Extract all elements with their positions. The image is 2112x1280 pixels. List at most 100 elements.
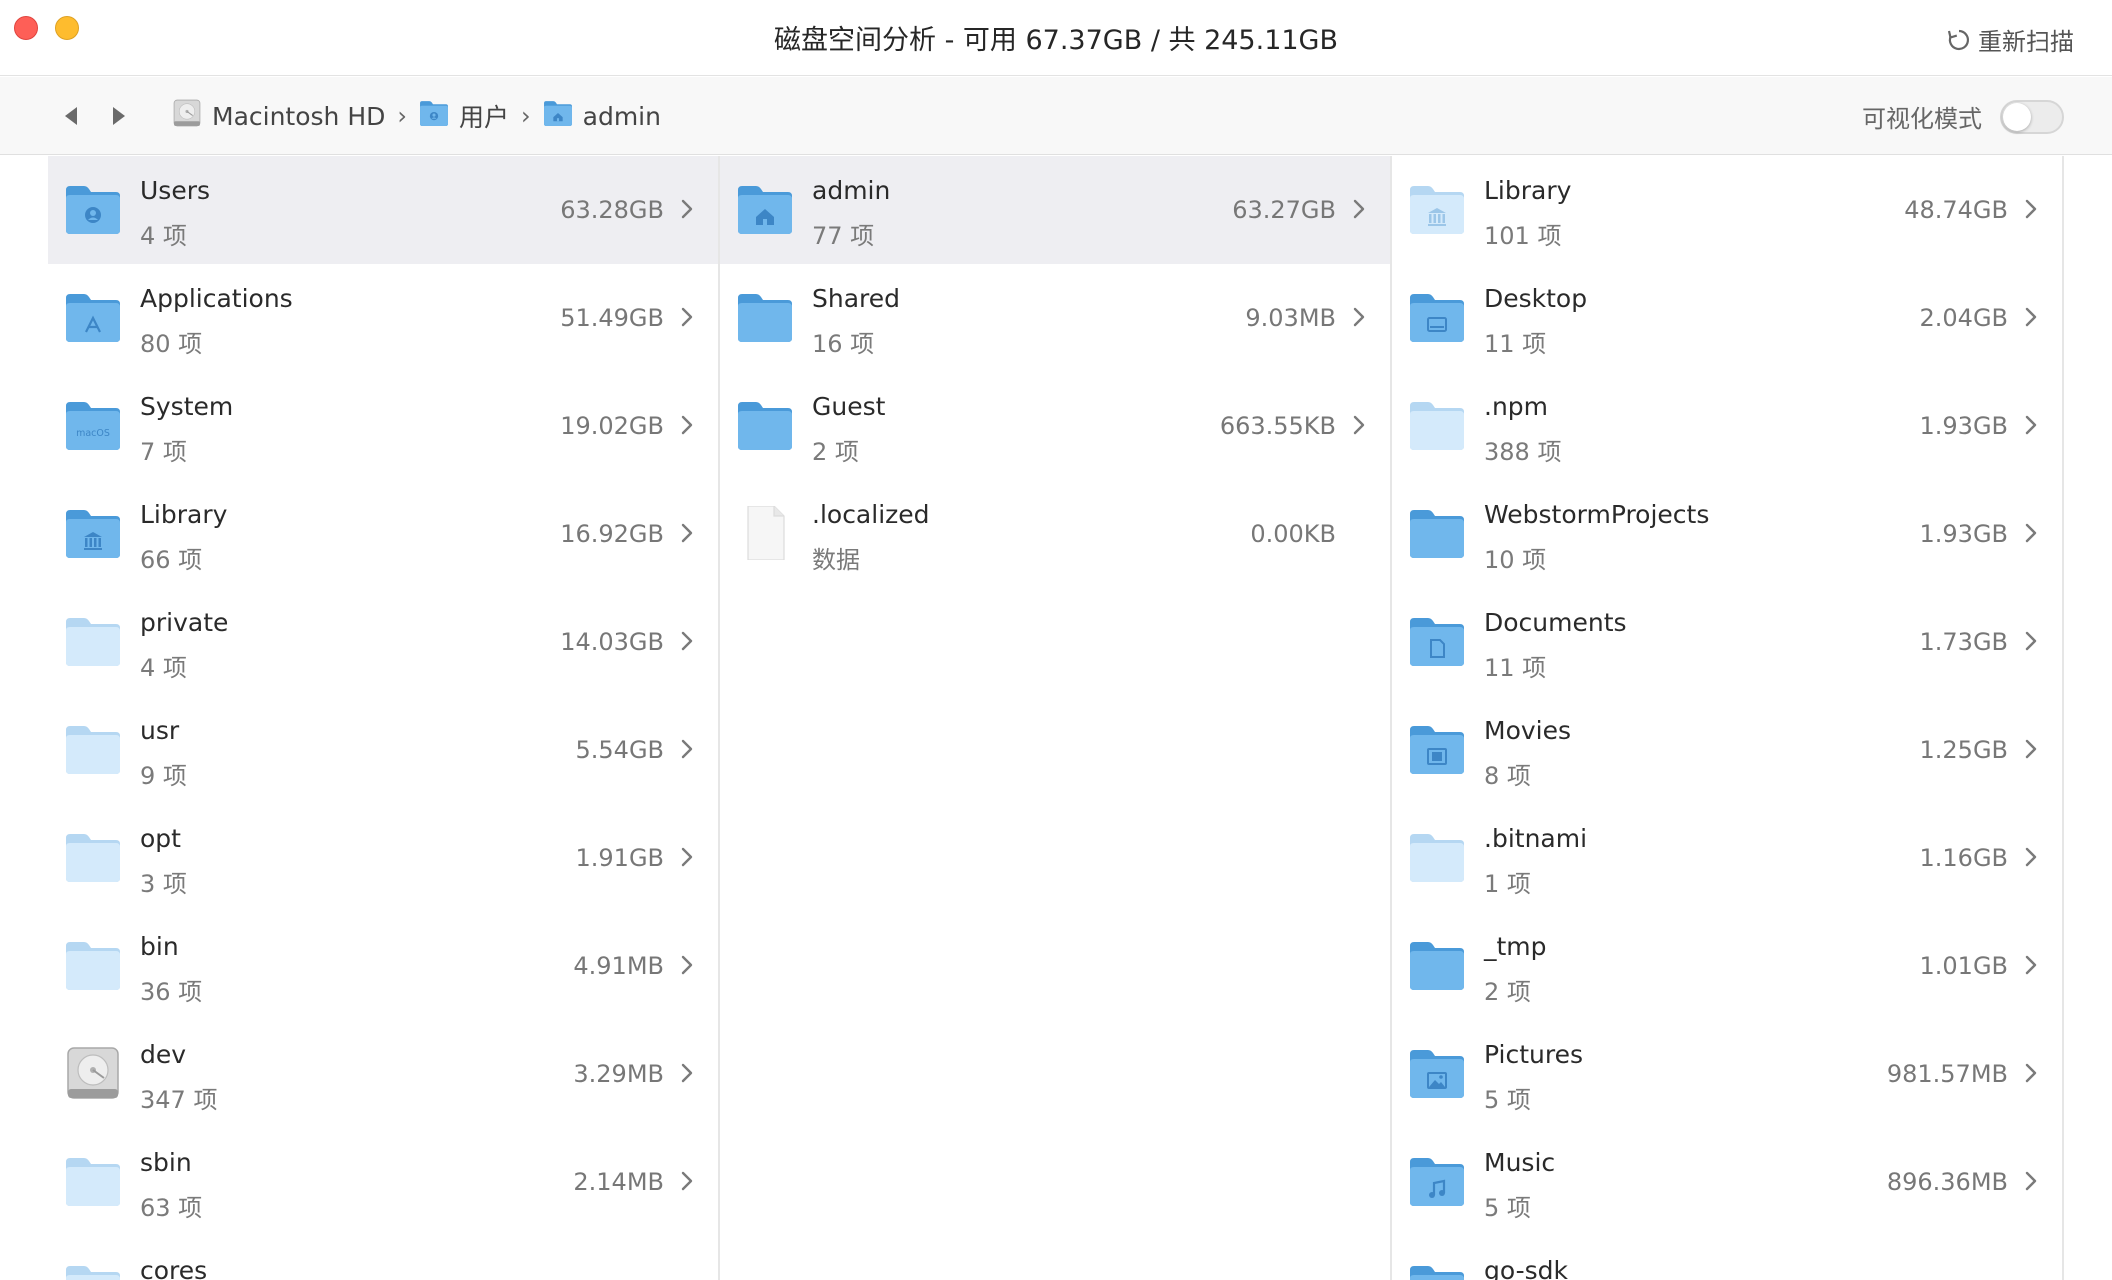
file-row[interactable]: .localized 数据 0.00KB	[720, 480, 1390, 588]
disk-analyzer-window: 磁盘空间分析 - 可用 67.37GB / 共 245.11GB 重新扫描 Ma…	[0, 0, 2112, 1280]
folder-row[interactable]: opt 3 项 1.91GB	[48, 804, 718, 912]
column-browser: Users 4 项 63.28GB Applications 80 项 51.49GB ma…	[0, 156, 2112, 1280]
chevron-right-icon	[2022, 414, 2040, 436]
item-name: bin	[140, 932, 179, 961]
folder-icon	[736, 290, 794, 344]
folder-row[interactable]: dev 347 项 3.29MB	[48, 1020, 718, 1128]
folder-row[interactable]: Shared 16 项 9.03MB	[720, 264, 1390, 372]
item-size: 1.91GB	[575, 844, 665, 872]
breadcrumb-item[interactable]: Macintosh HD	[172, 98, 385, 134]
folder-row[interactable]: Desktop 11 项 2.04GB	[1392, 264, 2062, 372]
folder-light-icon	[64, 722, 122, 776]
folder-light-icon	[64, 1154, 122, 1208]
breadcrumb-separator: ›	[397, 102, 407, 130]
item-name: Applications	[140, 284, 293, 313]
movies-folder-icon	[1408, 722, 1466, 776]
column-admin: Library 101 项 48.74GB Desktop 11 项 2.04GB .npm…	[1392, 156, 2064, 1280]
macos-folder-icon: macOS	[64, 398, 122, 452]
users-folder-icon	[64, 182, 122, 236]
item-name: Shared	[812, 284, 901, 313]
folder-row[interactable]: macOS System 7 项 19.02GB	[48, 372, 718, 480]
refresh-icon	[1947, 29, 1970, 50]
chevron-right-icon	[2022, 522, 2040, 544]
folder-row[interactable]: go-sdk	[1392, 1236, 2062, 1280]
folder-row[interactable]: _tmp 2 项 1.01GB	[1392, 912, 2062, 1020]
item-size: 9.03MB	[1245, 304, 1336, 332]
item-size: 663.55KB	[1219, 412, 1336, 440]
item-count: 63 项	[140, 1194, 203, 1222]
folder-row[interactable]: cores	[48, 1236, 718, 1280]
chevron-right-icon	[678, 1062, 696, 1084]
title-bar: 磁盘空间分析 - 可用 67.37GB / 共 245.11GB 重新扫描	[0, 0, 2112, 76]
item-size: 1.25GB	[1919, 736, 2009, 764]
folder-row[interactable]: private 4 项 14.03GB	[48, 588, 718, 696]
folder-light-icon	[64, 1262, 122, 1280]
folder-row[interactable]: usr 9 项 5.54GB	[48, 696, 718, 804]
item-name: System	[140, 392, 234, 421]
item-count: 1 项	[1484, 870, 1531, 898]
folder-light-icon	[1408, 398, 1466, 452]
item-count: 388 项	[1484, 438, 1562, 466]
item-count: 数据	[812, 546, 860, 574]
breadcrumb-item[interactable]: 用户	[419, 98, 509, 134]
item-count: 9 项	[140, 762, 187, 790]
folder-row[interactable]: Applications 80 项 51.49GB	[48, 264, 718, 372]
chevron-right-icon	[1350, 306, 1368, 328]
item-count: 4 项	[140, 654, 187, 682]
folder-light-icon	[1408, 830, 1466, 884]
folder-row[interactable]: sbin 63 项 2.14MB	[48, 1128, 718, 1236]
folder-row[interactable]: .bitnami 1 项 1.16GB	[1392, 804, 2062, 912]
chevron-right-icon	[2022, 954, 2040, 976]
item-size: 2.14MB	[573, 1168, 664, 1196]
folder-row[interactable]: .npm 388 项 1.93GB	[1392, 372, 2062, 480]
hard-drive-icon	[64, 1046, 122, 1100]
folder-row[interactable]: Music 5 项 896.36MB	[1392, 1128, 2062, 1236]
folder-row[interactable]: admin 77 项 63.27GB	[720, 156, 1390, 264]
chevron-right-icon	[1350, 198, 1368, 220]
chevron-right-icon	[678, 1170, 696, 1192]
item-count: 11 项	[1484, 654, 1547, 682]
library-folder-icon	[64, 506, 122, 560]
item-size: 981.57MB	[1886, 1060, 2008, 1088]
folder-row[interactable]: Library 101 项 48.74GB	[1392, 156, 2062, 264]
hard-drive-icon	[172, 98, 202, 134]
chevron-right-icon	[2022, 630, 2040, 652]
chevron-right-icon	[678, 306, 696, 328]
toggle-knob	[2003, 102, 2031, 131]
folder-row[interactable]: Documents 11 项 1.73GB	[1392, 588, 2062, 696]
folder-row[interactable]: bin 36 项 4.91MB	[48, 912, 718, 1020]
library-folder-light-icon	[1408, 182, 1466, 236]
folder-row[interactable]: Users 4 项 63.28GB	[48, 156, 718, 264]
item-name: Pictures	[1484, 1040, 1583, 1069]
back-button[interactable]	[56, 101, 86, 131]
item-name: _tmp	[1484, 932, 1547, 961]
folder-row[interactable]: WebstormProjects 10 项 1.93GB	[1392, 480, 2062, 588]
item-name: opt	[140, 824, 181, 853]
rescan-button[interactable]: 重新扫描	[1946, 22, 2074, 57]
item-name: cores	[140, 1256, 208, 1280]
folder-row[interactable]: Pictures 5 项 981.57MB	[1392, 1020, 2062, 1128]
column-users: admin 77 项 63.27GB Shared 16 项 9.03MB Guest 2 项…	[720, 156, 1392, 1280]
folder-row[interactable]: Guest 2 项 663.55KB	[720, 372, 1390, 480]
pictures-folder-icon	[1408, 1046, 1466, 1100]
rescan-label: 重新扫描	[1978, 28, 2074, 56]
item-count: 7 项	[140, 438, 187, 466]
item-count: 101 项	[1484, 222, 1562, 250]
folder-icon	[1408, 1262, 1466, 1280]
item-name: dev	[140, 1040, 187, 1069]
breadcrumb-item[interactable]: admin	[543, 98, 661, 134]
folder-row[interactable]: Library 66 项 16.92GB	[48, 480, 718, 588]
item-size: 1.73GB	[1919, 628, 2009, 656]
chevron-right-icon	[2022, 198, 2040, 220]
chevron-right-icon	[2022, 846, 2040, 868]
forward-button[interactable]	[104, 101, 134, 131]
item-size: 51.49GB	[560, 304, 664, 332]
folder-row[interactable]: Movies 8 项 1.25GB	[1392, 696, 2062, 804]
path-bar: Macintosh HD › 用户 › admin 可视化模式	[0, 77, 2112, 155]
chevron-right-icon	[678, 522, 696, 544]
breadcrumb-label: admin	[582, 101, 661, 131]
visual-mode-toggle[interactable]	[2000, 99, 2064, 134]
item-count: 3 项	[140, 870, 187, 898]
item-name: Library	[1484, 176, 1572, 205]
chevron-right-icon	[2022, 306, 2040, 328]
